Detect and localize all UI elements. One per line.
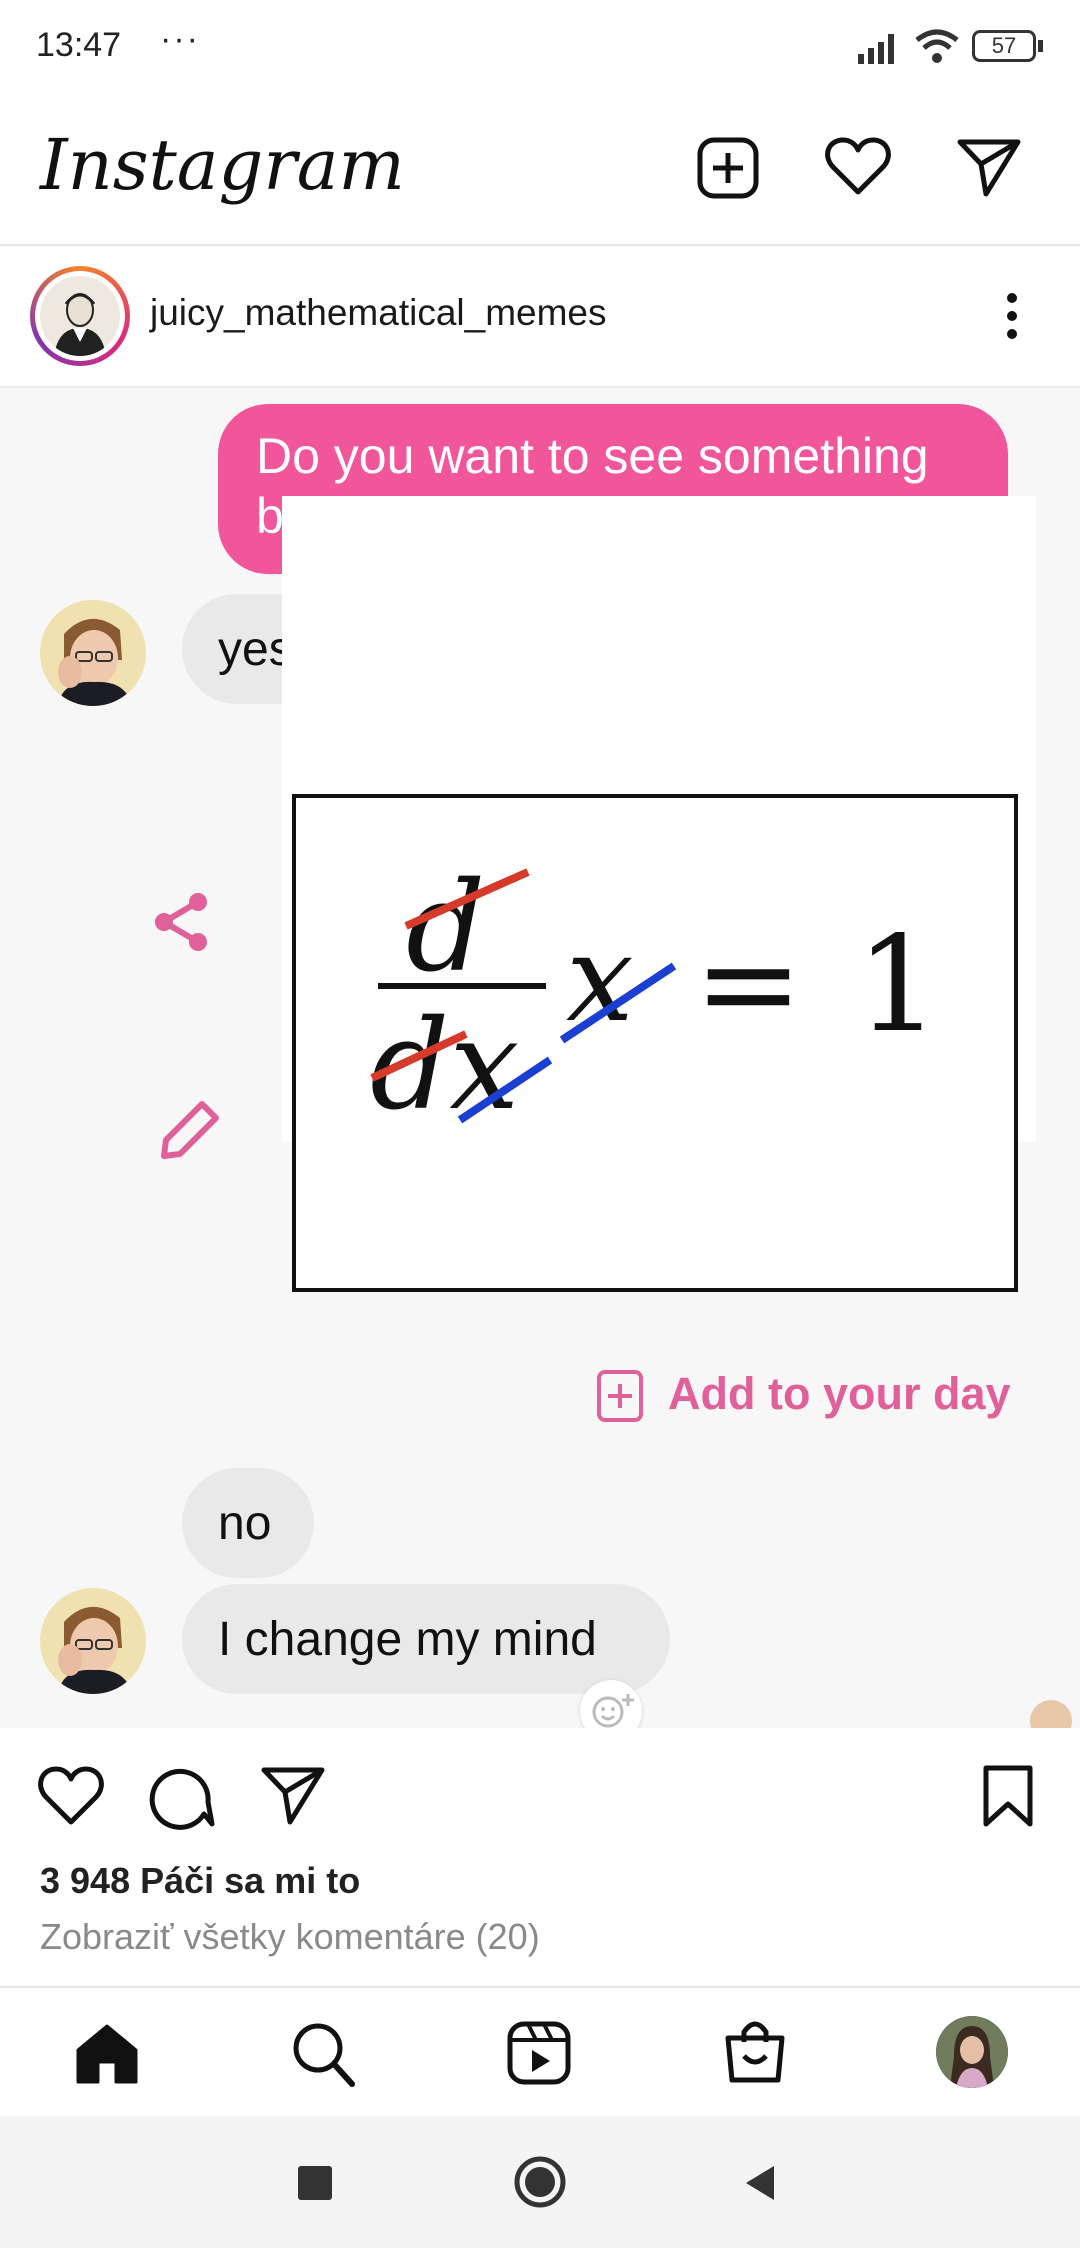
status-notification-dots: ··· <box>160 20 200 58</box>
equation-equals: = <box>694 907 803 1059</box>
equation-result: 1 <box>856 908 940 1062</box>
meme-image: d dx x = 1 <box>292 794 1018 1292</box>
search-icon[interactable] <box>290 2020 356 2088</box>
message-text: I change my mind <box>218 1613 597 1666</box>
add-to-your-day-button[interactable]: Add to your day <box>668 1368 1011 1420</box>
wifi-icon <box>915 29 959 63</box>
more-icon[interactable] <box>1000 290 1024 342</box>
post-header: juicy_mathematical_memes <box>0 246 1080 388</box>
heart-icon[interactable] <box>824 136 892 198</box>
like-icon[interactable] <box>36 1764 106 1828</box>
comment-icon[interactable] <box>148 1762 216 1830</box>
profile-avatar <box>40 276 120 356</box>
reels-icon[interactable] <box>506 2020 572 2086</box>
battery-tip <box>1038 40 1043 52</box>
equation-numerator: d <box>406 856 485 1000</box>
app-logo: Instagram <box>40 124 405 206</box>
battery-level: 57 <box>991 33 1017 58</box>
message-bubble-received: no <box>182 1468 314 1578</box>
home-circle-icon[interactable] <box>512 2154 568 2210</box>
share-post-icon[interactable] <box>260 1764 326 1826</box>
likes-count[interactable]: 3 948 Páči sa mi to <box>40 1860 360 1902</box>
message-text: no <box>218 1497 272 1550</box>
sender-avatar <box>40 600 146 706</box>
reaction-icon[interactable] <box>580 1680 642 1728</box>
status-time: 13:47 <box>36 26 122 64</box>
status-bar: 13:47 ··· 57 <box>0 0 1080 96</box>
shop-icon[interactable] <box>722 2018 788 2086</box>
signal-icon <box>858 34 894 64</box>
battery-icon: 57 <box>972 30 1036 62</box>
sender-avatar <box>40 1588 146 1694</box>
post-image[interactable]: Do you want to see something bad yes d d… <box>0 388 1080 1728</box>
share-icon[interactable] <box>150 890 214 954</box>
send-icon[interactable] <box>956 136 1022 198</box>
bookmark-icon[interactable] <box>980 1764 1036 1830</box>
post-actions: 3 948 Páči sa mi to Zobraziť všetky kome… <box>0 1728 1080 1988</box>
home-icon[interactable] <box>74 2022 140 2086</box>
view-comments-link[interactable]: Zobraziť všetky komentáre (20) <box>40 1916 540 1958</box>
plus-square-icon[interactable] <box>596 1368 644 1424</box>
meme-equation: d dx x = 1 <box>370 856 940 1138</box>
edit-icon[interactable] <box>156 1094 226 1164</box>
recent-apps-icon[interactable] <box>298 2166 332 2200</box>
post-username[interactable]: juicy_mathematical_memes <box>150 292 607 334</box>
message-bubble-received: I change my mind <box>182 1584 670 1694</box>
top-bar: Instagram <box>0 96 1080 246</box>
new-post-icon[interactable] <box>696 136 760 200</box>
story-ring[interactable] <box>30 266 130 366</box>
bottom-nav <box>0 1986 1080 2118</box>
seen-avatar <box>1030 1700 1072 1728</box>
back-icon[interactable] <box>740 2162 780 2204</box>
profile-avatar[interactable] <box>936 2016 1008 2088</box>
system-nav-bar <box>0 2116 1080 2248</box>
